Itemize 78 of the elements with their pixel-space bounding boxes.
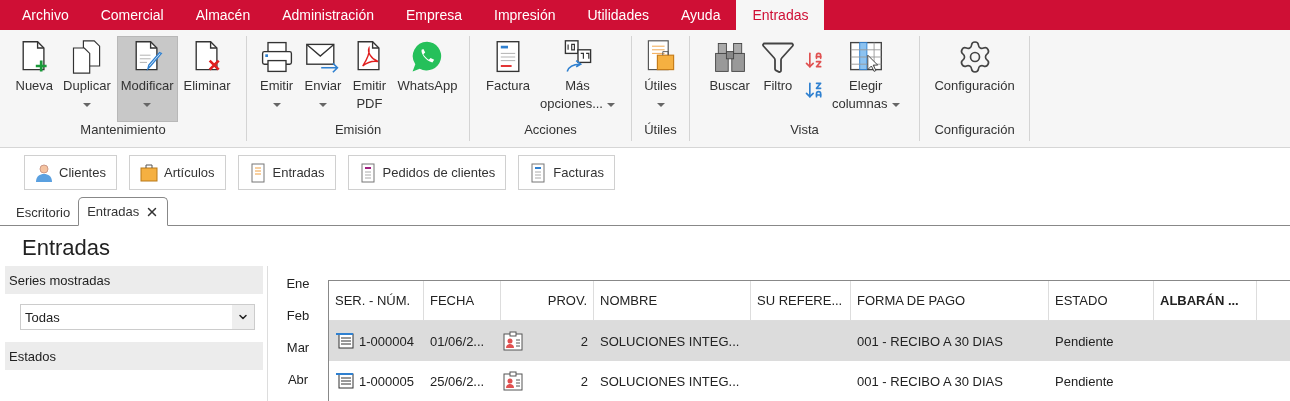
month-item[interactable]: Mar [286,340,310,358]
column-header[interactable]: FECHA [424,281,501,320]
shortcut-button[interactable]: Facturas [518,155,615,190]
ribbon-group-label: Vista [789,122,820,139]
table-cell: 1-000005 [359,373,414,389]
menu-tab[interactable]: Utilidades [571,0,665,30]
menu-tab[interactable]: Ayuda [665,0,737,30]
table-cell: Pendiente [1055,333,1114,349]
table-row[interactable]: 1-000004 01/06/2... 2 SOLUCIONES INTEG... 001 - RECIBO A 30 DIAS Pendiente [329,321,1290,361]
ribbon-button[interactable]: Enviar [300,36,346,122]
ribbon-button[interactable]: Eliminar [179,36,235,122]
series-dropdown[interactable]: Todas [20,304,255,330]
table-cell: 01/06/2... [430,333,485,349]
columns-grid-icon [847,39,884,75]
document-icon [529,162,548,183]
menu-tab[interactable]: Impresión [478,0,572,30]
section-header: Series mostradas [5,266,263,294]
table-cell: Pendiente [1055,373,1114,389]
box-icon [139,162,158,183]
menu-tab[interactable]: Entradas [736,0,825,30]
table-cell: 2 [580,373,588,389]
column-header[interactable]: SER. - NÚM. [329,281,424,320]
list-icon [335,332,355,350]
ribbon-button[interactable]: Elegir columnas [827,36,904,122]
menu-tab[interactable]: Archivo [6,0,85,30]
column-header[interactable]: ESTADO [1049,281,1154,320]
table-cell: 25/06/2... [430,373,485,389]
ribbon-group-label: Configuración [933,122,1016,139]
sort-descending-icon[interactable] [803,80,824,100]
table-cell: 2 [580,333,588,349]
ribbon-button[interactable]: WhatsApp [393,36,462,122]
column-header[interactable]: ALBARÁN ... [1154,281,1257,320]
menu-tab[interactable]: Comercial [84,0,180,30]
table-cell: SOLUCIONES INTEG... [600,373,740,389]
column-header[interactable]: PROV. [501,281,594,320]
table-cell: 001 - RECIBO A 30 DIAS [857,373,1003,389]
shortcut-button[interactable]: Pedidos de clientes [347,155,507,190]
page-title: Entradas [21,234,112,262]
ribbon-button[interactable]: Modificar [116,36,178,122]
menu-tab[interactable]: Administración [266,0,390,30]
ribbon-group-label: Mantenimiento [79,122,167,139]
menu-tab[interactable]: Empresa [390,0,479,30]
column-header[interactable]: FORMA DE PAGO [851,281,1049,320]
menu-tab[interactable]: Almacén [179,0,267,30]
ribbon-button[interactable]: Útiles [638,36,683,122]
month-item[interactable]: Ene [286,276,310,294]
month-item[interactable]: Abr [287,372,309,390]
column-header[interactable]: SU REFERE... [751,281,851,320]
document-icon [248,162,267,183]
sort-ascending-icon[interactable] [803,50,824,70]
shortcut-button[interactable]: Entradas [237,155,336,190]
table-cell: 001 - RECIBO A 30 DIAS [857,333,1003,349]
ribbon-group-label: Emisión [333,122,383,139]
ribbon-button[interactable]: Buscar [705,36,754,122]
ribbon-button[interactable]: Factura [482,36,535,122]
ribbon-button[interactable]: Nueva [11,36,58,122]
ribbon-button[interactable]: Más opciones... [536,36,619,122]
ribbon-button[interactable]: Filtro [755,36,800,122]
table-cell: 1-000004 [359,333,414,349]
ribbon-group-label: Útiles [643,122,678,139]
ribbon-button[interactable]: Configuración [930,36,1019,122]
contact-card-icon [503,371,523,391]
document-tab[interactable]: Entradas [78,197,169,226]
ribbon-group-label: Acciones [523,122,578,139]
shortcut-button[interactable]: Artículos [128,155,226,190]
person-icon [35,162,53,183]
contact-card-icon [503,331,523,351]
column-header[interactable]: NOMBRE [594,281,751,320]
ribbon-button[interactable]: Emitir [254,36,299,122]
list-icon [335,372,355,390]
shortcut-button[interactable]: Clientes [24,155,117,190]
section-header: Estados [5,342,263,370]
ribbon-button[interactable]: Emitir PDF [347,36,392,122]
table-cell: SOLUCIONES INTEG... [600,333,740,349]
ribbon-button[interactable]: Duplicar [59,36,115,122]
month-item[interactable]: Feb [286,308,310,326]
document-icon [358,162,377,183]
document-tab[interactable]: Escritorio [8,199,79,225]
